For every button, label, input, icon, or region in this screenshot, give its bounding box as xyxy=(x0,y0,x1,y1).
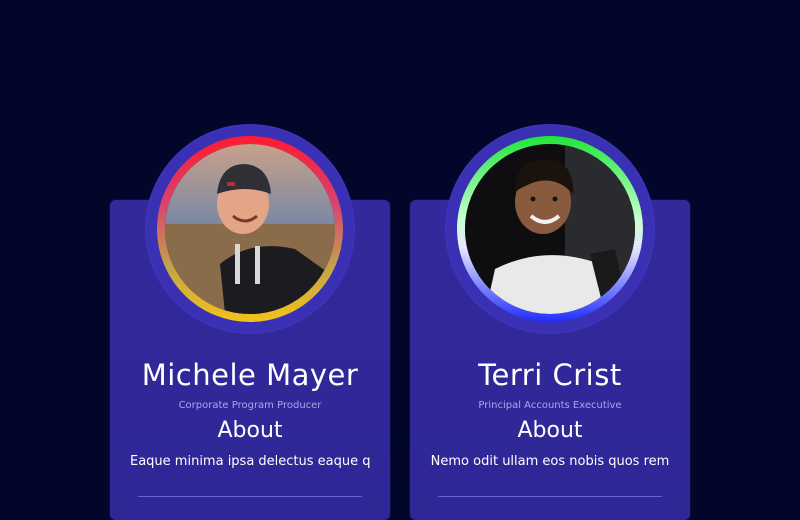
about-text: Eaque minima ipsa delectus eaque qu xyxy=(130,454,370,469)
avatar-frame xyxy=(147,126,353,332)
about-text: Nemo odit ullam eos nobis quos rem xyxy=(430,454,670,469)
avatar-frame xyxy=(447,126,653,332)
about-heading: About xyxy=(217,418,283,443)
profile-name: Terri Crist xyxy=(478,358,622,392)
avatar-photo xyxy=(465,144,635,314)
profile-role: Principal Accounts Executive xyxy=(478,400,622,411)
profile-role: Corporate Program Producer xyxy=(178,400,322,411)
profile-name: Michele Mayer xyxy=(141,358,359,392)
avatar-ring xyxy=(157,136,343,322)
divider xyxy=(138,496,362,497)
divider xyxy=(438,496,662,497)
avatar-ring xyxy=(457,136,643,322)
avatar-photo xyxy=(165,144,335,314)
about-heading: About xyxy=(517,418,583,443)
